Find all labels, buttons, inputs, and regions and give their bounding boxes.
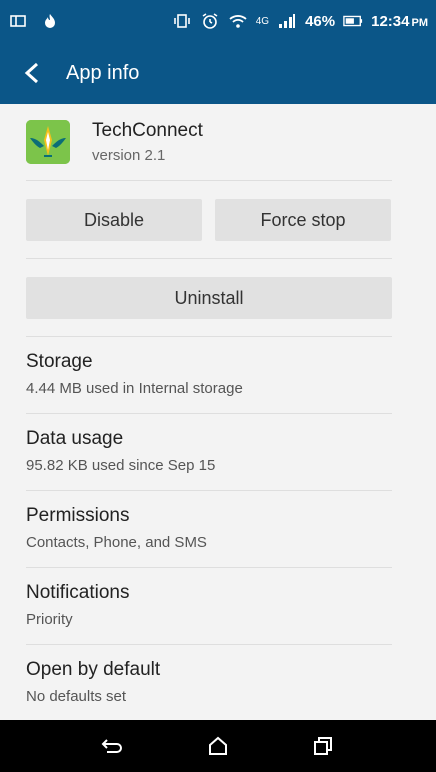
status-bar: 4G 46% 12:34 PM [0,0,436,42]
force-stop-button[interactable]: Force stop [215,199,391,241]
uninstall-row: Uninstall [26,259,392,337]
storage-title: Storage [26,351,93,372]
storage-subtitle: 4.44 MB used in Internal storage [26,380,243,397]
data-usage-subtitle: 95.82 KB used since Sep 15 [26,457,216,474]
notification-icon [8,11,28,31]
back-nav-icon[interactable] [95,728,131,764]
open-by-default-title: Open by default [26,659,161,680]
recents-nav-icon[interactable] [305,728,341,764]
app-version: version 2.1 [92,147,166,164]
uninstall-button[interactable]: Uninstall [26,277,392,319]
permissions-subtitle: Contacts, Phone, and SMS [26,534,207,551]
arrow-back-icon[interactable] [22,59,50,87]
notifications-title: Notifications [26,582,130,603]
signal-icon [277,11,297,31]
permissions-item[interactable]: Permissions Contacts, Phone, and SMS [26,491,392,568]
data-usage-item[interactable]: Data usage 95.82 KB used since Sep 15 [26,414,392,491]
permissions-title: Permissions [26,505,130,526]
notifications-item[interactable]: Notifications Priority [26,568,392,645]
open-by-default-item[interactable]: Open by default No defaults set [26,645,392,722]
app-bar: App info [0,42,436,104]
battery-icon [343,11,363,31]
data-usage-title: Data usage [26,428,124,449]
app-name: TechConnect [92,120,203,141]
app-logo-icon [26,120,70,164]
open-by-default-subtitle: No defaults set [26,688,127,705]
disable-button[interactable]: Disable [26,199,202,241]
storage-item[interactable]: Storage 4.44 MB used in Internal storage [26,337,392,414]
vibrate-icon [172,11,192,31]
fire-icon [40,11,60,31]
notifications-subtitle: Priority [26,611,73,628]
clock: 12:34 PM [371,12,428,30]
alarm-icon [200,11,220,31]
app-header: TechConnect version 2.1 [26,104,392,181]
home-nav-icon[interactable] [200,728,236,764]
wifi-icon [228,11,248,31]
app-info-content: TechConnect version 2.1 Disable Force st… [26,104,392,722]
battery-percent: 46% [305,12,336,30]
action-buttons: Disable Force stop [26,181,392,259]
network-type: 4G [255,15,270,27]
navigation-bar [0,720,436,772]
page-title: App info [66,61,140,84]
